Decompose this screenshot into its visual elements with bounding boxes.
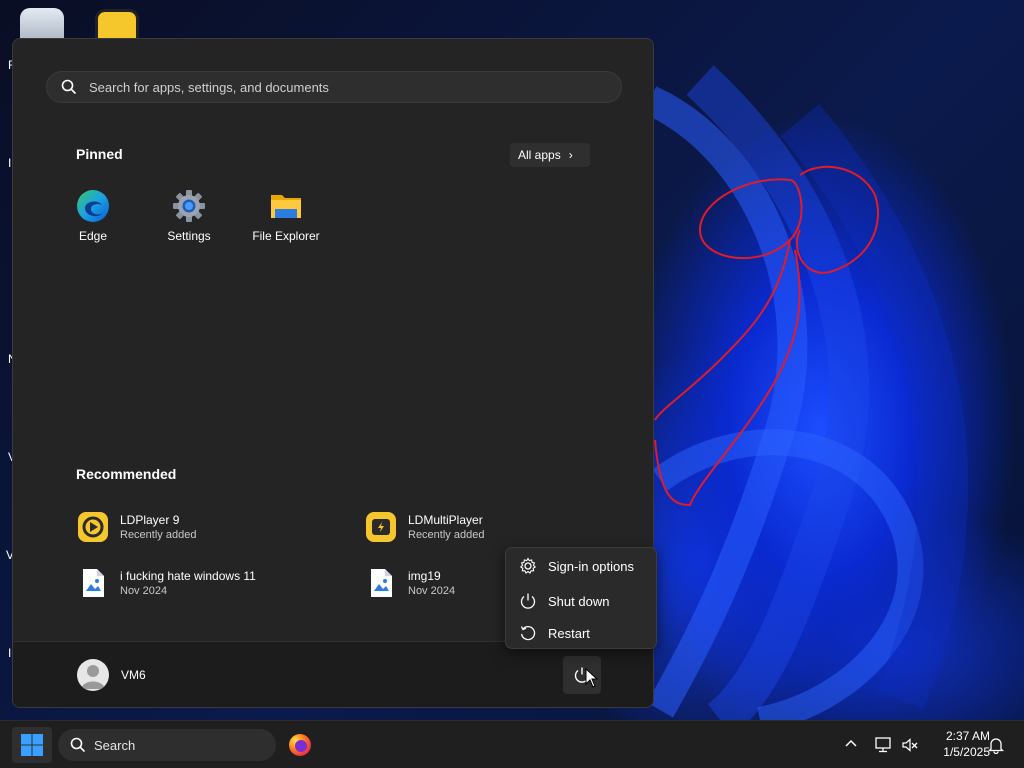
power-menu: Sign-in options Shut down Restart [505, 547, 657, 649]
chevron-up-icon[interactable] [844, 737, 858, 751]
pinned-title: Pinned [76, 146, 123, 162]
taskbar-search-placeholder: Search [94, 737, 136, 753]
recommended-item[interactable]: img19 Nov 2024 [365, 567, 455, 599]
settings-gear-icon [172, 189, 206, 223]
edge-icon [76, 189, 110, 223]
mouse-cursor-icon [585, 668, 599, 688]
recommended-item-name: LDMultiPlayer [408, 513, 483, 527]
pinned-app-label: Settings [167, 229, 211, 243]
gear-icon [519, 557, 537, 574]
recommended-item-sub: Recently added [408, 529, 485, 541]
image-file-icon [365, 567, 397, 599]
clock-time: 2:37 AM [945, 729, 990, 743]
folder-icon [269, 189, 303, 223]
chevron-right-icon: › [568, 148, 573, 162]
search-icon [70, 737, 86, 753]
clock-date: 1/5/2025 [943, 745, 990, 759]
pinned-app-settings[interactable]: Settings [144, 189, 234, 243]
ldmultiplayer-icon [365, 511, 397, 543]
clock[interactable]: 2:37 AM 1/5/2025 [924, 728, 990, 760]
power-menu-label: Restart [548, 625, 590, 641]
recommended-item[interactable]: LDMultiPlayer Recently added [365, 511, 484, 543]
desktop-label-fragment: I [8, 156, 12, 170]
taskbar: Search 2:37 AM 1/5/2025 [0, 720, 1024, 768]
start-menu-footer: VM6 [13, 641, 653, 707]
start-button[interactable] [12, 727, 52, 763]
power-menu-label: Sign-in options [548, 558, 634, 574]
start-search-input[interactable]: Search for apps, settings, and documents [46, 71, 622, 103]
power-menu-label: Shut down [548, 593, 610, 609]
power-icon [520, 593, 536, 609]
recommended-item-name: i fucking hate windows 11 [120, 569, 256, 583]
recommended-item-name: img19 [408, 569, 441, 583]
shut-down-item[interactable]: Shut down [506, 586, 656, 616]
restart-icon [520, 625, 536, 641]
image-file-icon [77, 567, 109, 599]
recommended-item-sub: Nov 2024 [120, 585, 168, 597]
recommended-item-sub: Nov 2024 [408, 585, 456, 597]
firefox-icon[interactable] [288, 733, 312, 757]
recommended-item[interactable]: i fucking hate windows 11 Nov 2024 [77, 567, 256, 599]
recommended-item-name: LDPlayer 9 [120, 513, 180, 527]
user-account-button[interactable]: VM6 [77, 659, 146, 691]
ldplayer-icon [77, 511, 109, 543]
pinned-app-label: File Explorer [252, 229, 320, 243]
taskbar-search-input[interactable]: Search [58, 729, 276, 761]
all-apps-label: All apps [518, 148, 561, 162]
pinned-app-label: Edge [78, 229, 108, 243]
search-placeholder: Search for apps, settings, and documents [89, 79, 329, 95]
avatar [77, 659, 109, 691]
recommended-item-sub: Recently added [120, 529, 197, 541]
windows-logo-icon [21, 734, 43, 756]
user-name: VM6 [121, 668, 146, 682]
all-apps-button[interactable]: All apps › [510, 143, 590, 167]
volume-muted-icon[interactable] [901, 736, 919, 754]
pinned-app-edge[interactable]: Edge [48, 189, 138, 243]
recommended-title: Recommended [76, 466, 177, 482]
sign-in-options-item[interactable]: Sign-in options [506, 551, 656, 581]
search-icon [61, 79, 77, 95]
restart-item[interactable]: Restart [506, 618, 656, 648]
notification-bell-icon[interactable] [988, 736, 1004, 754]
network-icon[interactable] [874, 736, 892, 754]
recommended-item[interactable]: LDPlayer 9 Recently added [77, 511, 196, 543]
desktop-label-fragment: I [8, 646, 12, 660]
pinned-app-file-explorer[interactable]: File Explorer [241, 189, 331, 243]
